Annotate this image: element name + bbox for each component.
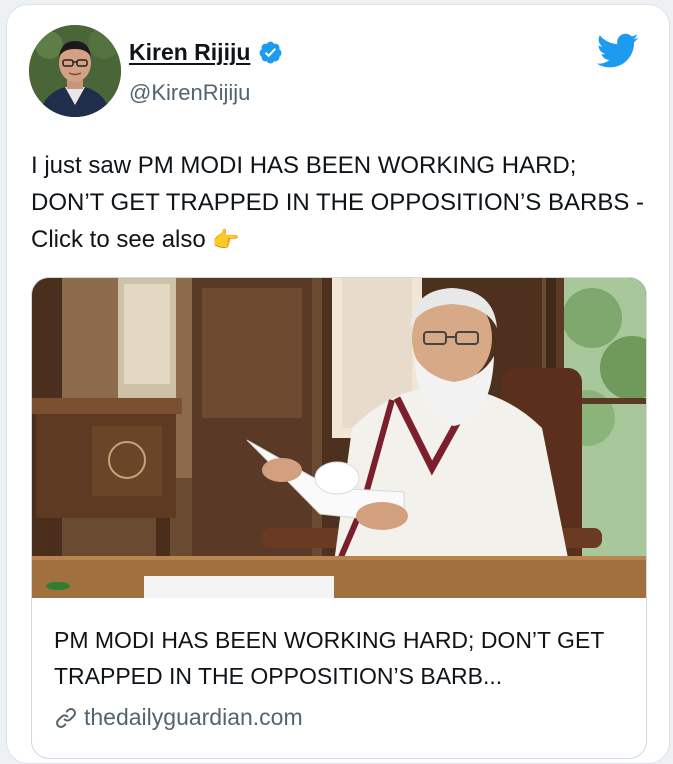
verified-badge-icon [258, 40, 283, 65]
tweet-card[interactable]: Kiren Rijiju @KirenRijiju I just saw PM … [6, 4, 670, 764]
link-preview-card[interactable]: PM MODI HAS BEEN WORKING HARD; DON’T GET… [31, 277, 647, 759]
avatar[interactable] [29, 25, 121, 117]
user-name[interactable]: Kiren Rijiju [129, 39, 250, 66]
link-preview-domain[interactable]: thedailyguardian.com [84, 704, 303, 731]
link-preview-title[interactable]: PM MODI HAS BEEN WORKING HARD; DON’T GET… [54, 622, 634, 694]
user-handle[interactable]: @KirenRijiju [129, 80, 250, 106]
pointing-hand-icon: 👉 [212, 227, 240, 252]
link-preview-domain-row[interactable]: thedailyguardian.com [54, 704, 303, 731]
link-preview-image[interactable] [32, 278, 646, 598]
tweet-body: I just saw PM MODI HAS BEEN WORKING HARD… [31, 152, 645, 253]
avatar-image [29, 25, 121, 117]
link-icon [54, 706, 78, 730]
twitter-bird-icon[interactable] [596, 33, 639, 69]
user-name-row[interactable]: Kiren Rijiju [129, 39, 283, 66]
preview-photo [32, 278, 646, 598]
tweet-text: I just saw PM MODI HAS BEEN WORKING HARD… [31, 147, 651, 258]
